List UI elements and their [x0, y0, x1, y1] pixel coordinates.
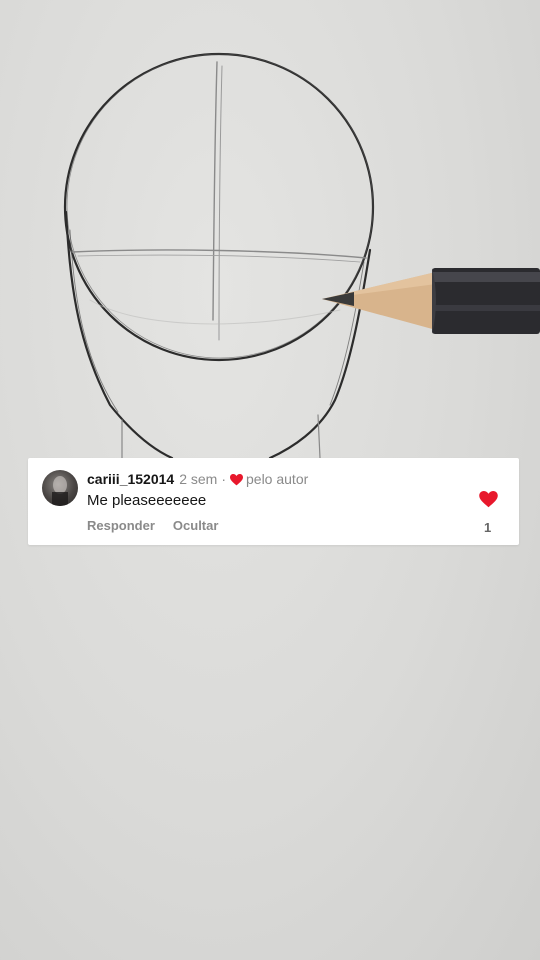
sketch-jaw-right: [268, 248, 372, 460]
heart-icon: [230, 473, 243, 486]
like-count: 1: [484, 520, 492, 535]
liked-by-author-label: pelo autor: [246, 471, 309, 487]
comment-username[interactable]: cariii_152014: [87, 471, 174, 487]
sketch-vertical-guide: [212, 61, 218, 321]
sketch-jaw-left: [64, 210, 174, 460]
comment-card: cariii_152014 2 sem · pelo autor Me plea…: [28, 458, 519, 545]
meta-separator: ·: [221, 471, 226, 487]
comment-time: 2 sem: [179, 471, 218, 487]
heart-icon[interactable]: [479, 491, 498, 508]
comment-meta: cariii_152014 2 sem · pelo autor: [87, 471, 308, 487]
comment-text: Me pleaseeeeeee: [87, 492, 207, 509]
hide-button[interactable]: Ocultar: [173, 518, 219, 533]
reply-button[interactable]: Responder: [87, 518, 155, 533]
comment-actions: Responder Ocultar: [87, 518, 236, 533]
avatar[interactable]: [42, 470, 78, 506]
